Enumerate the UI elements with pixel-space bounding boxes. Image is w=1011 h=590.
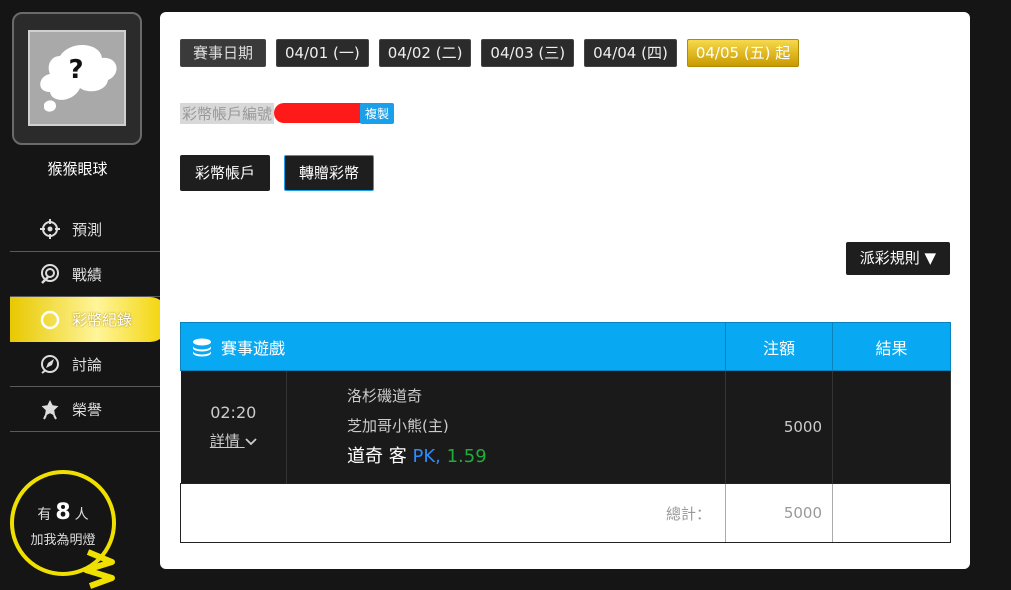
- date-tab[interactable]: 04/02 (二): [378, 39, 472, 67]
- details-link[interactable]: 詳情: [182, 430, 286, 451]
- target-icon: [38, 262, 62, 286]
- avatar[interactable]: ?: [12, 12, 142, 145]
- header-game: 賽事遊戲: [179, 322, 727, 371]
- nav-label: 彩幣紀錄: [72, 311, 133, 329]
- total-amount: 5000: [725, 483, 834, 543]
- svg-text:?: ?: [68, 55, 83, 85]
- total-label: 總計：: [179, 483, 727, 543]
- coin-stack-icon: [193, 338, 211, 356]
- transfer-coins-button[interactable]: 轉贈彩幣: [284, 155, 375, 191]
- home-team: 芝加哥小熊(主): [347, 417, 449, 435]
- pick-odds: 1.59: [446, 446, 487, 467]
- fan-count: 8: [55, 500, 71, 525]
- bet-result: [832, 370, 952, 484]
- main-panel: 賽事日期 04/01 (一) 04/02 (二) 04/03 (三) 04/04…: [160, 12, 970, 569]
- date-tabs: 賽事日期 04/01 (一) 04/02 (二) 04/03 (三) 04/04…: [180, 39, 800, 67]
- sidebar: ? 猴猴眼球 預測 戰績 彩幣紀錄 討論 榮譽 有 8 人 加我為明燈: [0, 0, 170, 590]
- sidebar-nav: 預測 戰績 彩幣紀錄 討論 榮譽: [10, 207, 168, 432]
- date-tab[interactable]: 04/01 (一): [276, 39, 369, 67]
- bet-history-table: 賽事遊戲 注額 結果 02:20 詳情 洛杉磯道奇 芝加哥小熊(主) 道奇 客 …: [179, 322, 952, 543]
- crosshair-icon: [38, 217, 62, 241]
- avatar-placeholder: ?: [28, 30, 126, 126]
- nav-item-predict[interactable]: 預測: [10, 207, 160, 252]
- username: 猴猴眼球: [47, 160, 108, 178]
- table-row: 02:20 詳情 洛杉磯道奇 芝加哥小熊(主) 道奇 客 PK, 1.59 50: [180, 370, 952, 484]
- coin-account-button[interactable]: 彩幣帳戶: [180, 155, 271, 191]
- total-row: 總計： 5000: [179, 483, 952, 543]
- nav-item-record[interactable]: 戰績: [10, 252, 160, 297]
- nav-label: 戰績: [72, 265, 103, 284]
- date-tab[interactable]: 04/03 (三): [481, 39, 575, 67]
- header-amount: 注額: [725, 322, 834, 371]
- redacted-account-number: [274, 103, 375, 123]
- nav-item-coin-history[interactable]: 彩幣紀錄: [10, 297, 168, 342]
- nav-item-discussion[interactable]: 討論: [10, 342, 160, 387]
- fan-cta: 加我為明燈: [30, 533, 96, 548]
- match-info-cell: 洛杉磯道奇 芝加哥小熊(主) 道奇 客 PK, 1.59: [286, 370, 727, 484]
- away-team: 洛杉磯道奇: [347, 387, 423, 405]
- account-number-label: 彩幣帳戶編號: [180, 102, 275, 124]
- nav-label: 榮譽: [72, 400, 103, 419]
- match-time-cell: 02:20 詳情: [180, 370, 287, 484]
- pick-team: 道奇 客: [347, 446, 407, 467]
- bet-pick: 道奇 客 PK, 1.59: [347, 441, 724, 473]
- unknown-user-icon: ?: [40, 44, 117, 112]
- copy-button[interactable]: 複製: [360, 102, 395, 124]
- medal-icon: [38, 397, 62, 421]
- total-result: [832, 483, 952, 543]
- match-time: 02:20: [210, 403, 257, 422]
- chevron-down-icon: [245, 438, 257, 446]
- coin-icon: [38, 308, 62, 332]
- account-number-row: 彩幣帳戶編號 複製: [180, 102, 395, 124]
- pick-type: PK,: [412, 446, 441, 467]
- light-bulb-icon: [83, 549, 115, 589]
- header-result: 結果: [832, 322, 952, 371]
- date-tab-active[interactable]: 04/05 (五) 起: [686, 39, 800, 67]
- nav-item-honor[interactable]: 榮譽: [10, 387, 160, 432]
- date-tab[interactable]: 04/04 (四): [584, 39, 677, 67]
- bet-amount: 5000: [725, 370, 834, 484]
- nav-label: 預測: [72, 220, 103, 239]
- payout-rules-dropdown[interactable]: 派彩規則 ▼: [845, 242, 950, 275]
- nav-label: 討論: [72, 355, 103, 374]
- table-header: 賽事遊戲 注額 結果: [179, 322, 952, 371]
- account-buttons: 彩幣帳戶 轉贈彩幣: [180, 155, 375, 191]
- date-tabs-label: 賽事日期: [180, 39, 267, 67]
- chat-edit-icon: [38, 352, 62, 376]
